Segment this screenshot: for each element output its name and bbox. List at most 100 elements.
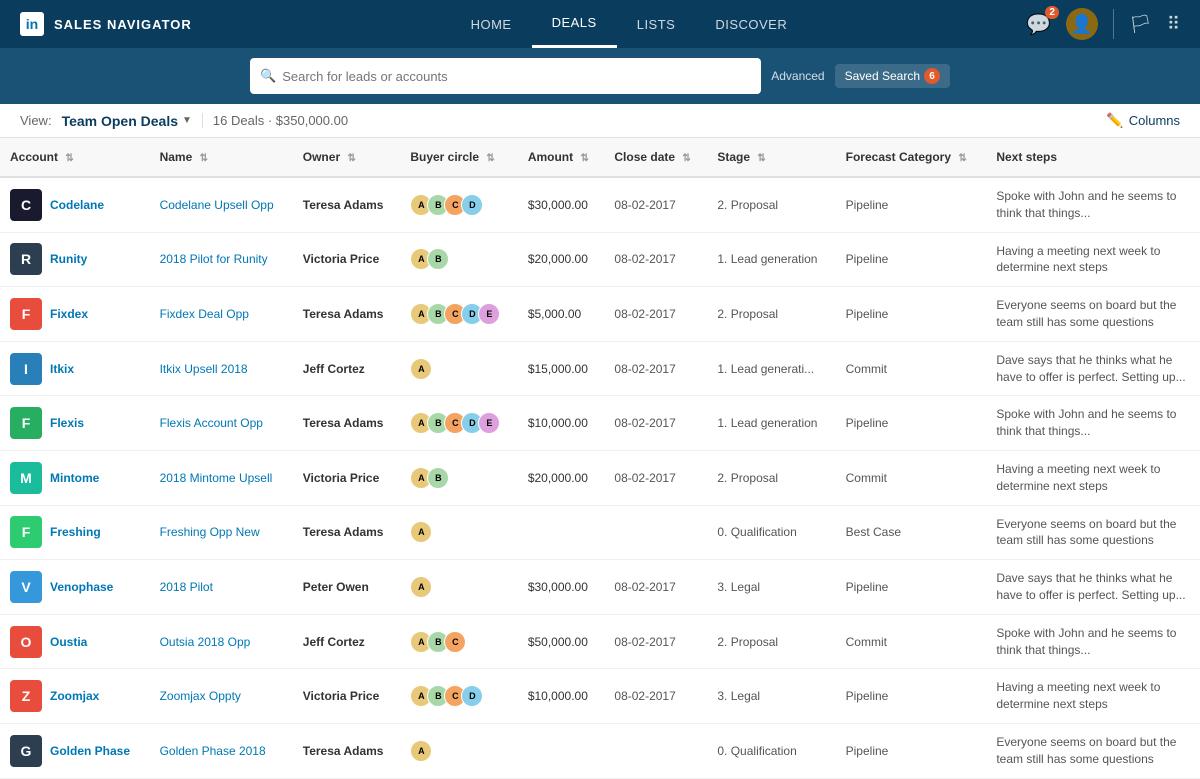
search-input[interactable] xyxy=(282,69,751,84)
company-name[interactable]: Flexis xyxy=(50,416,84,430)
buyer-circle[interactable]: A xyxy=(410,358,507,380)
table-row: F Flexis Flexis Account OppTeresa AdamsA… xyxy=(0,396,1200,451)
buyer-circle-cell[interactable]: A xyxy=(400,560,517,615)
owner-cell: Victoria Price xyxy=(293,232,401,287)
buyer-avatar: A xyxy=(410,358,432,380)
messages-button[interactable]: 💬 2 xyxy=(1026,12,1051,37)
col-stage[interactable]: Stage ⇅ xyxy=(707,138,835,177)
amount-cell: $10,000.00 xyxy=(518,396,605,451)
nav-discover[interactable]: DISCOVER xyxy=(695,0,807,48)
table-row: I Itkix Itkix Upsell 2018Jeff CortezA$15… xyxy=(0,341,1200,396)
columns-button[interactable]: ✏️ Columns xyxy=(1106,112,1180,129)
company-name[interactable]: Mintome xyxy=(50,471,99,485)
forecast-cell: Commit xyxy=(836,341,987,396)
deal-name-cell[interactable]: Freshing Opp New xyxy=(150,505,293,560)
company-name[interactable]: Zoomjax xyxy=(50,689,99,703)
company-name[interactable]: Fixdex xyxy=(50,307,88,321)
deal-name-cell[interactable]: Flexis Account Opp xyxy=(150,396,293,451)
buyer-circle-cell[interactable]: ABCDE xyxy=(400,287,517,342)
buyer-circle[interactable]: ABCDE xyxy=(410,412,507,434)
company-name[interactable]: Golden Phase xyxy=(50,744,130,758)
owner-cell: Teresa Adams xyxy=(293,396,401,451)
buyer-circle[interactable]: ABCDE xyxy=(410,303,507,325)
app-title: SALES NAVIGATOR xyxy=(54,17,192,32)
col-name[interactable]: Name ⇅ xyxy=(150,138,293,177)
owner-name: Teresa Adams xyxy=(303,416,384,430)
table-row: F Freshing Freshing Opp NewTeresa AdamsA… xyxy=(0,505,1200,560)
amount-cell: $10,000.00 xyxy=(518,669,605,724)
buyer-circle[interactable]: A xyxy=(410,740,507,762)
buyer-avatar: E xyxy=(478,303,500,325)
company-name[interactable]: Freshing xyxy=(50,525,101,539)
buyer-circle-cell[interactable]: ABCDE xyxy=(400,396,517,451)
owner-name: Teresa Adams xyxy=(303,744,384,758)
stage-cell: 3. Legal xyxy=(707,560,835,615)
col-forecast[interactable]: Forecast Category ⇅ xyxy=(836,138,987,177)
forecast-cell: Pipeline xyxy=(836,232,987,287)
owner-cell: Peter Owen xyxy=(293,560,401,615)
deal-name-cell[interactable]: Zoomjax Oppty xyxy=(150,669,293,724)
deal-name-cell[interactable]: Itkix Upsell 2018 xyxy=(150,341,293,396)
company-name[interactable]: Oustia xyxy=(50,635,87,649)
buyer-circle-cell[interactable]: ABC xyxy=(400,614,517,669)
owner-name: Jeff Cortez xyxy=(303,362,365,376)
flag-icon: 🏳 xyxy=(1129,14,1152,35)
stage-cell: 2. Proposal xyxy=(707,614,835,669)
close-date-cell: 08-02-2017 xyxy=(604,614,707,669)
company-name[interactable]: Runity xyxy=(50,252,87,266)
deal-name-cell[interactable]: 2018 Mintome Upsell xyxy=(150,450,293,505)
deal-name-cell[interactable]: Codelane Upsell Opp xyxy=(150,177,293,232)
buyer-circle[interactable]: AB xyxy=(410,248,507,270)
nav-lists[interactable]: LISTS xyxy=(617,0,696,48)
buyer-circle[interactable]: A xyxy=(410,521,507,543)
deal-name-cell[interactable]: 2018 Pilot for Runity xyxy=(150,232,293,287)
buyer-circle-cell[interactable]: ABCD xyxy=(400,177,517,232)
deal-name-cell[interactable]: Fixdex Deal Opp xyxy=(150,287,293,342)
buyer-circle-cell[interactable]: ABCD xyxy=(400,669,517,724)
buyer-circle-cell[interactable]: A xyxy=(400,723,517,778)
view-label: View: xyxy=(20,113,52,128)
buyer-avatar: D xyxy=(461,685,483,707)
nav-home[interactable]: HOME xyxy=(451,0,532,48)
amount-cell: $5,000.00 xyxy=(518,287,605,342)
nav-divider xyxy=(1113,9,1114,39)
deal-name-cell[interactable]: 2018 Pilot xyxy=(150,560,293,615)
col-amount[interactable]: Amount ⇅ xyxy=(518,138,605,177)
close-date-cell xyxy=(604,723,707,778)
flag-button[interactable]: 🏳 xyxy=(1129,14,1152,35)
deal-name-cell[interactable]: Outsia 2018 Opp xyxy=(150,614,293,669)
col-owner[interactable]: Owner ⇅ xyxy=(293,138,401,177)
company-name[interactable]: Codelane xyxy=(50,198,104,212)
owner-cell: Victoria Price xyxy=(293,669,401,724)
deal-name-cell[interactable]: Golden Phase 2018 xyxy=(150,723,293,778)
owner-cell: Jeff Cortez xyxy=(293,614,401,669)
buyer-circle[interactable]: ABCD xyxy=(410,194,507,216)
grid-button[interactable]: ⠿ xyxy=(1167,14,1180,35)
close-date-cell: 08-02-2017 xyxy=(604,560,707,615)
buyer-circle-cell[interactable]: A xyxy=(400,341,517,396)
sort-icon-amount: ⇅ xyxy=(580,153,588,164)
amount-cell: $30,000.00 xyxy=(518,560,605,615)
saved-search-button[interactable]: Saved Search 6 xyxy=(835,64,950,88)
owner-name: Teresa Adams xyxy=(303,307,384,321)
buyer-circle[interactable]: ABCD xyxy=(410,685,507,707)
view-select-dropdown[interactable]: Team Open Deals ▼ xyxy=(62,113,192,129)
close-date-cell: 08-02-2017 xyxy=(604,177,707,232)
buyer-circle-cell[interactable]: AB xyxy=(400,232,517,287)
buyer-circle[interactable]: ABC xyxy=(410,631,507,653)
col-close-date[interactable]: Close date ⇅ xyxy=(604,138,707,177)
company-name[interactable]: Venophase xyxy=(50,580,113,594)
col-buyer-circle[interactable]: Buyer circle ⇅ xyxy=(400,138,517,177)
buyer-avatar: E xyxy=(478,412,500,434)
user-avatar[interactable]: 👤 xyxy=(1066,8,1098,40)
buyer-circle[interactable]: AB xyxy=(410,467,507,489)
col-account[interactable]: Account ⇅ xyxy=(0,138,150,177)
buyer-circle[interactable]: A xyxy=(410,576,507,598)
deals-table: Account ⇅ Name ⇅ Owner ⇅ Buyer circle ⇅ … xyxy=(0,138,1200,779)
buyer-circle-cell[interactable]: A xyxy=(400,505,517,560)
nav-deals[interactable]: DEALS xyxy=(532,0,617,48)
forecast-cell: Commit xyxy=(836,450,987,505)
company-name[interactable]: Itkix xyxy=(50,362,74,376)
buyer-circle-cell[interactable]: AB xyxy=(400,450,517,505)
advanced-button[interactable]: Advanced xyxy=(771,69,824,83)
